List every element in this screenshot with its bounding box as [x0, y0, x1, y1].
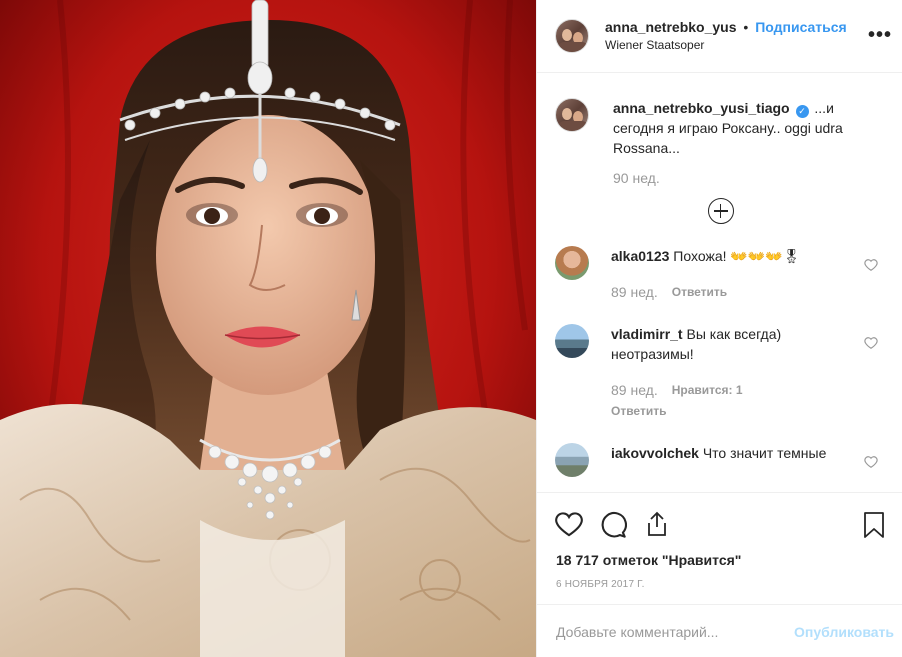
- author-username[interactable]: anna_netrebko_yus: [605, 19, 737, 35]
- add-comment-bar: Опубликовать: [537, 604, 902, 657]
- follow-button[interactable]: Подписаться: [755, 19, 847, 35]
- post-date[interactable]: 6 НОЯБРЯ 2017 Г.: [556, 579, 645, 590]
- post-header: anna_netrebko_yus • Подписаться Wiener S…: [537, 0, 902, 73]
- comment-text: Похожа! 👐👐👐🎖: [673, 248, 801, 264]
- comment-time[interactable]: 89 нед.: [611, 282, 658, 302]
- commenter-avatar[interactable]: [555, 324, 589, 358]
- comments-list[interactable]: anna_netrebko_yusi_tiago ✓ ...и сегодня …: [537, 74, 902, 492]
- comment-time[interactable]: 89 нед.: [611, 380, 658, 400]
- caption-time[interactable]: 90 нед.: [613, 168, 863, 188]
- comment-icon[interactable]: [599, 511, 627, 539]
- comment-username[interactable]: vladimirr_t: [611, 326, 683, 342]
- post-header-text: anna_netrebko_yus • Подписаться Wiener S…: [605, 18, 847, 54]
- plus-circle-icon[interactable]: [707, 198, 734, 224]
- caption-body: anna_netrebko_yusi_tiago ✓ ...и сегодня …: [613, 98, 863, 188]
- heart-icon[interactable]: [555, 511, 583, 537]
- reply-button[interactable]: Ответить: [672, 282, 727, 302]
- verified-badge-icon: ✓: [795, 105, 809, 118]
- commenter-avatar[interactable]: [555, 443, 589, 477]
- comment-username[interactable]: iakovvolchek: [611, 445, 699, 461]
- post-actions: 18 717 отметок "Нравится" 6 НОЯБРЯ 2017 …: [537, 492, 902, 657]
- portrait-illustration: [0, 0, 536, 657]
- reply-button[interactable]: Ответить: [611, 401, 831, 421]
- comment-item: vladimirr_t Вы как всегда) неотразимы! 8…: [555, 324, 886, 421]
- comment-body: iakovvolchek Что значит темные: [611, 443, 831, 477]
- bookmark-icon[interactable]: [862, 511, 886, 539]
- caption: anna_netrebko_yusi_tiago ✓ ...и сегодня …: [555, 98, 886, 188]
- comment-text: Что значит темные: [702, 445, 827, 461]
- comment-body: vladimirr_t Вы как всегда) неотразимы! 8…: [611, 324, 831, 421]
- caption-avatar[interactable]: [555, 98, 589, 132]
- comment-likes[interactable]: Нравится: 1: [672, 380, 743, 400]
- commenter-avatar[interactable]: [555, 246, 589, 280]
- post-photo[interactable]: [0, 0, 536, 657]
- comment-meta: 89 нед. Нравится: 1: [611, 380, 831, 400]
- caption-username[interactable]: anna_netrebko_yusi_tiago: [613, 100, 790, 116]
- header-separator: •: [743, 19, 749, 35]
- comment-input[interactable]: [556, 623, 795, 640]
- share-icon[interactable]: [645, 511, 669, 537]
- load-more-comments: [555, 198, 886, 224]
- comment-username[interactable]: alka0123: [611, 248, 669, 264]
- comment-meta: 89 нед. Ответить: [611, 282, 831, 302]
- comment-body: alka0123 Похожа! 👐👐👐🎖 89 нед. Ответить: [611, 246, 831, 302]
- comment-item: alka0123 Похожа! 👐👐👐🎖 89 нед. Ответить: [555, 246, 886, 302]
- ellipsis-icon[interactable]: •••: [868, 24, 892, 47]
- comment-item: iakovvolchek Что значит темные: [555, 443, 886, 477]
- post-details-panel: anna_netrebko_yus • Подписаться Wiener S…: [536, 0, 902, 657]
- comment-like-icon[interactable]: [864, 336, 878, 350]
- likes-count[interactable]: 18 717 отметок "Нравится": [556, 552, 741, 568]
- comment-like-icon[interactable]: [864, 455, 878, 469]
- post-location[interactable]: Wiener Staatsoper: [605, 36, 847, 54]
- publish-button[interactable]: Опубликовать: [794, 624, 894, 640]
- comment-like-icon[interactable]: [864, 258, 878, 272]
- author-avatar[interactable]: [555, 19, 589, 53]
- instagram-post-view: anna_netrebko_yus • Подписаться Wiener S…: [0, 0, 902, 657]
- action-icons: [555, 511, 886, 539]
